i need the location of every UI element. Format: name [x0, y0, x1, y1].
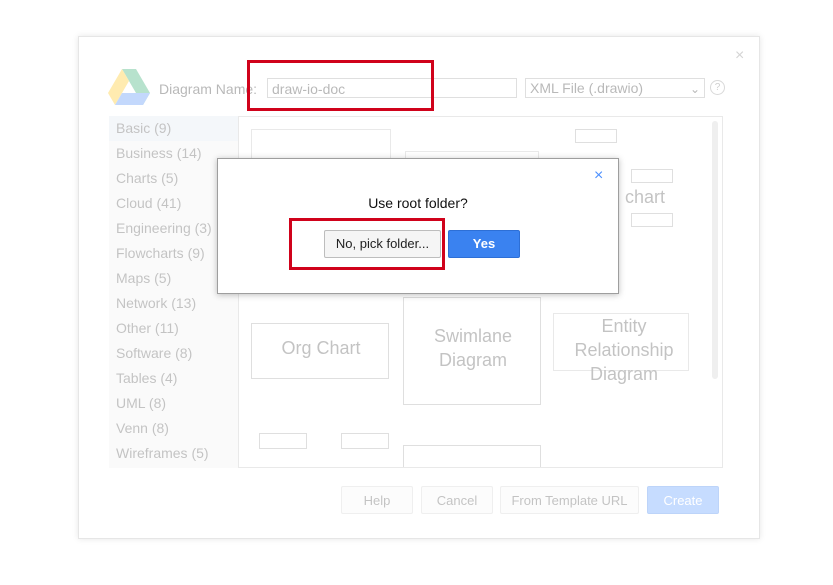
cancel-button[interactable]: Cancel	[421, 486, 493, 514]
category-item[interactable]: Software (8)	[109, 341, 238, 366]
format-select[interactable]: XML File (.drawio) ⌄	[525, 78, 705, 98]
google-drive-logo	[108, 69, 150, 105]
template-org-chart[interactable]: Org Chart	[251, 323, 389, 379]
scrollbar[interactable]	[712, 121, 718, 379]
flowchart-shape	[575, 129, 617, 143]
chevron-down-icon: ⌄	[689, 82, 700, 96]
diagram-name-label: Diagram Name:	[159, 81, 258, 97]
category-item[interactable]: Basic (9)	[109, 116, 238, 141]
help-button[interactable]: Help	[341, 486, 413, 514]
help-circle-icon[interactable]: ?	[710, 80, 725, 95]
template-bottom-left[interactable]	[341, 433, 389, 449]
category-item[interactable]: Tables (4)	[109, 366, 238, 391]
flowchart-shape	[631, 169, 673, 183]
category-item[interactable]: Wireframes (5)	[109, 441, 238, 466]
create-button[interactable]: Create	[647, 486, 719, 514]
org-chart-title: Org Chart	[281, 338, 361, 358]
category-item[interactable]: Venn (8)	[109, 416, 238, 441]
category-item[interactable]: Network (13)	[109, 291, 238, 316]
swimlane-title: Swimlane Diagram	[433, 326, 513, 370]
close-icon[interactable]: ×	[735, 47, 744, 65]
category-item[interactable]: UML (8)	[109, 391, 238, 416]
yes-button[interactable]: Yes	[448, 230, 520, 258]
close-icon[interactable]: ×	[594, 167, 603, 185]
format-select-value: XML File (.drawio)	[530, 80, 644, 96]
template-bottom-left[interactable]	[259, 433, 307, 449]
category-item[interactable]: Other (11)	[109, 316, 238, 341]
flowchart-title: chart	[625, 187, 666, 207]
highlight-box-pick-folder	[289, 218, 445, 270]
template-swimlane[interactable]: Swimlane Diagram	[403, 297, 541, 405]
highlight-box-name-field	[247, 60, 434, 111]
flowchart-shape	[631, 213, 673, 227]
template-bottom-mid[interactable]	[403, 445, 541, 467]
from-template-url-button[interactable]: From Template URL	[500, 486, 639, 514]
dialog-message: Use root folder?	[368, 195, 468, 211]
template-er[interactable]: Entity Relationship Diagram	[553, 313, 689, 384]
er-title: Entity Relationship Diagram	[574, 316, 674, 384]
